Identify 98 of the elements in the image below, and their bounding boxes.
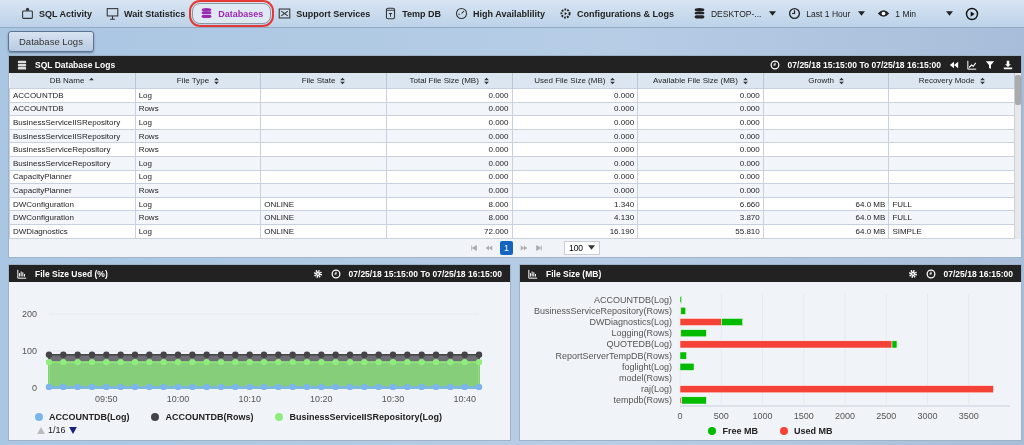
axis-label: 1500 [793,411,814,421]
table-cell: 4.130 [614,213,635,223]
table-cell: 0.000 [488,158,509,168]
table-cell: 0.000 [739,90,760,100]
panel-title: File Size (MB) [546,268,602,279]
axis-label: ACCOUNTDB(Log) [594,294,672,305]
table-cell: 64.0 MB [855,213,886,223]
axis-label: 10:20 [310,394,333,404]
axis-label: 3500 [958,411,979,421]
table-cell: 0.000 [739,131,760,141]
table-cell: BusinessServiceRepository [13,145,111,155]
axis-label: model(Rows) [619,373,672,383]
table-cell: ACCOUNTDB [13,104,64,114]
table-cell: Rows [138,185,159,195]
table-cell: Log [138,90,152,100]
table-cell: Log [138,158,152,168]
table-cell: 64.0 MB [855,226,886,236]
axis-label: DWDiagnostics(Log) [589,317,672,327]
date-range: 07/25/18 15:15:00 To 07/25/18 16:15:00 [348,268,502,279]
table-cell: ACCOUNTDB [13,90,64,100]
table-cell: 8.000 [488,199,509,209]
table-cell: CapacityPlanner [13,172,72,182]
axis-label: 1000 [752,411,773,421]
axis-label: BusinessServiceRepository(Rows) [533,305,672,316]
table-cell: 1.340 [614,199,635,209]
table-cell: BusinessServiceRepository [13,158,111,168]
table-cell: BusinessServiceIISRepository [13,131,121,141]
axis-label: 100 [21,346,37,356]
table-cell: 3.870 [739,213,760,223]
table-cell: 6.660 [739,199,760,209]
axis-label: 0 [677,411,683,421]
table-cell: 0.000 [488,118,509,127]
table-cell: FULL [892,199,912,209]
axis-label: QUOTEDB(Log) [606,339,672,350]
table-cell: 0.000 [739,118,760,127]
table-cell: 0.000 [614,90,635,100]
table-cell: 0.000 [739,172,760,182]
table-cell: 0.000 [739,145,760,155]
table-cell: 0.000 [614,118,635,127]
table-cell: Rows [138,213,159,223]
table-cell: Rows [138,131,159,141]
axis-label: 10:10 [238,394,261,404]
table-cell: 16.190 [609,226,635,236]
panel-title: SQL Database Logs [35,59,116,70]
table-cell: Log [138,172,152,182]
axis-label: raj(Log) [641,384,672,395]
table-cell: DWConfiguration [13,213,74,223]
table-cell: 0.000 [488,104,509,114]
table-cell: 72.000 [484,226,509,236]
table-cell: 0.000 [614,145,635,155]
axis-label: 0 [32,383,37,393]
table-cell: 0.000 [739,158,760,168]
table-cell: FULL [892,213,912,223]
legend-page-indicator: 1/16 [48,425,66,435]
table-cell: DWDiagnostics [13,226,68,236]
axis-label: 09:50 [95,394,118,404]
axis-label: 2500 [876,411,897,421]
axis-label: 3000 [917,411,938,421]
table-cell: Log [138,226,152,236]
table-cell: Rows [138,104,159,114]
table-cell: BusinessServiceIISRepository [13,118,121,127]
date-range: 07/25/18 15:15:00 To 07/25/18 16:15:00 [787,59,941,70]
axis-label: ReportServerTempDB(Rows) [555,350,672,361]
axis-label: 500 [713,411,729,421]
table-cell: 0.000 [614,131,635,141]
table-cell: 55.810 [735,226,760,236]
axis-label: 10:00 [166,394,190,404]
axis-label: foglight(Log) [621,361,672,372]
table-cell: 64.0 MB [855,199,886,209]
table-cell: SIMPLE [892,226,922,236]
axis-label: 10:40 [453,394,476,404]
table-cell: ONLINE [264,213,295,223]
panel-title: File Size Used (%) [35,268,108,279]
table-cell: 0.000 [614,104,635,114]
table-cell: 0.000 [488,145,509,155]
axis-label: tempdb(Rows) [613,395,672,406]
timestamp: 07/25/18 16:15:00 [943,268,1013,279]
axis-label: 2000 [835,411,855,421]
table-cell: 0.000 [488,185,509,195]
table-cell: 0.000 [614,185,635,195]
table-cell: ONLINE [264,199,295,209]
table-cell: 0.000 [488,172,509,182]
axis-label: Logging(Rows) [611,328,672,339]
table-cell: Log [138,199,152,209]
table-cell: CapacityPlanner [13,185,72,195]
axis-label: 10:30 [381,394,405,404]
table-cell: 0.000 [739,104,760,114]
table-cell: Log [138,118,152,127]
table-cell: Rows [138,145,159,155]
table-cell: 0.000 [614,158,635,168]
table-cell: 0.000 [488,131,509,141]
table-cell: DWConfiguration [13,199,74,209]
table-cell: 0.000 [739,185,760,195]
axis-label: 200 [21,309,37,319]
table-cell: 0.000 [488,90,509,100]
table-cell: 8.000 [488,213,509,223]
table-cell: 0.000 [614,172,635,182]
table-cell: ONLINE [264,226,295,236]
